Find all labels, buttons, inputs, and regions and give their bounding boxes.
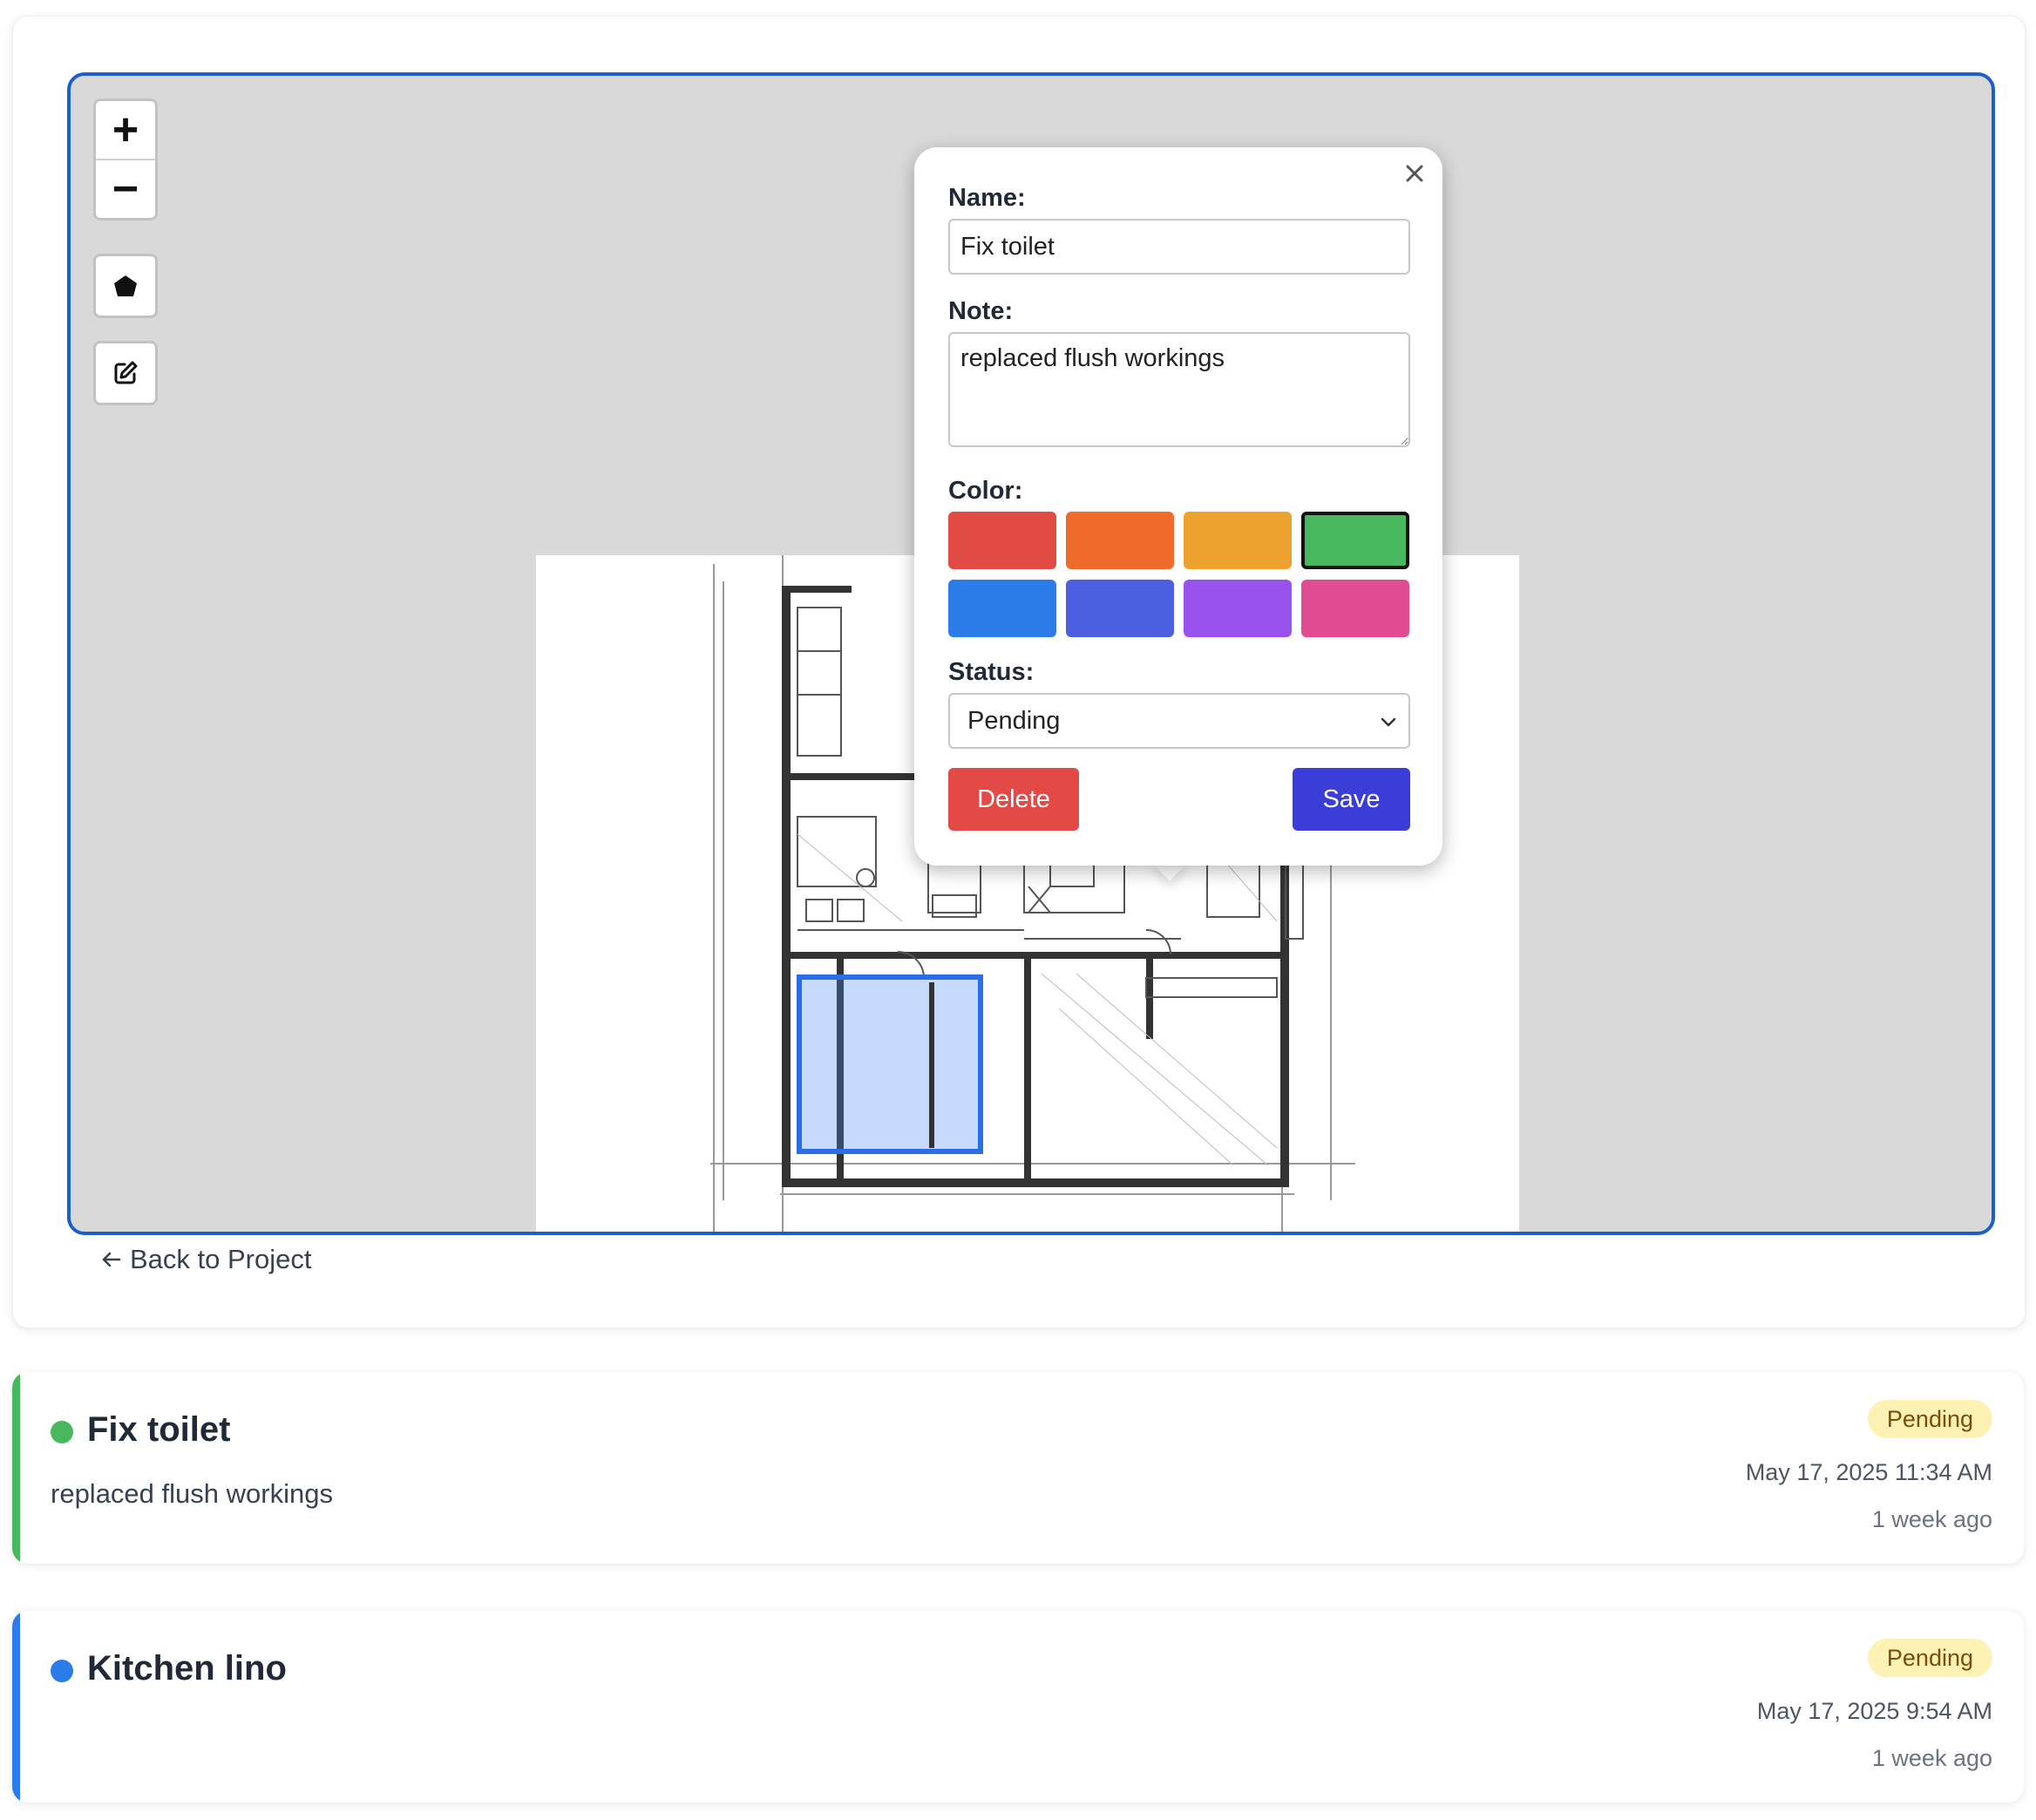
color-picker <box>948 512 1414 642</box>
issue-title: Kitchen lino <box>87 1649 287 1688</box>
draw-polygon-button[interactable] <box>93 254 158 318</box>
color-swatch-red[interactable] <box>948 512 1056 569</box>
status-select-value: Pending <box>967 706 1061 735</box>
save-button[interactable]: Save <box>1293 768 1410 831</box>
color-swatch-pink[interactable] <box>1301 580 1409 637</box>
color-swatch-blue[interactable] <box>948 580 1056 637</box>
back-link-label: Back to Project <box>130 1244 312 1274</box>
status-badge: Pending <box>1867 1400 1992 1438</box>
color-swatch-green[interactable] <box>1301 512 1409 569</box>
issue-card[interactable]: Fix toilet replaced flush workings Pendi… <box>12 1372 2024 1564</box>
issue-title: Fix toilet <box>87 1410 231 1449</box>
arrow-left-icon <box>102 1252 121 1267</box>
color-swatch-indigo[interactable] <box>1066 580 1174 637</box>
chevron-down-icon <box>1381 717 1396 727</box>
annotation-popup: Name: Note: replaced flush workings Colo… <box>914 147 1442 866</box>
polygon-icon <box>114 275 137 296</box>
issue-accent-bar <box>12 1611 20 1803</box>
issue-color-dot <box>51 1660 73 1682</box>
issue-date: May 17, 2025 11:34 AM <box>1745 1459 1992 1485</box>
issue-accent-bar <box>12 1372 20 1564</box>
color-swatch-orange[interactable] <box>1066 512 1174 569</box>
edit-layers-button[interactable] <box>93 341 158 405</box>
close-popup-button[interactable] <box>1401 160 1429 187</box>
issue-relative-time: 1 week ago <box>1871 1745 1992 1771</box>
edit-icon <box>114 361 138 384</box>
zoom-out-button[interactable]: − <box>96 159 155 218</box>
status-select[interactable]: Pending <box>948 693 1410 749</box>
name-label: Name: <box>948 184 1026 212</box>
status-label: Status: <box>948 658 1035 686</box>
issue-note: replaced flush workings <box>51 1478 333 1509</box>
color-swatch-amber[interactable] <box>1184 512 1292 569</box>
issue-date: May 17, 2025 9:54 AM <box>1756 1698 1992 1724</box>
issue-relative-time: 1 week ago <box>1871 1506 1992 1532</box>
note-textarea[interactable]: replaced flush workings <box>948 332 1410 447</box>
close-icon <box>1406 165 1423 182</box>
floorplan-map[interactable]: + − Name: Fix toilet Note: replaced flus… <box>67 72 1995 1235</box>
back-to-project-link[interactable]: Back to Project <box>100 1244 311 1275</box>
issue-color-dot <box>51 1421 73 1443</box>
delete-button[interactable]: Delete <box>948 768 1079 831</box>
status-badge: Pending <box>1867 1639 1992 1677</box>
color-swatch-purple[interactable] <box>1184 580 1292 637</box>
issue-card[interactable]: Kitchen lino Pending May 17, 2025 9:54 A… <box>12 1611 2024 1803</box>
note-label: Note: <box>948 297 1014 325</box>
color-label: Color: <box>948 477 1023 505</box>
name-input[interactable] <box>948 219 1410 275</box>
map-card: + − Name: Fix toilet Note: replaced flus… <box>12 16 2026 1328</box>
zoom-controls: + − <box>93 98 158 221</box>
zoom-in-button[interactable]: + <box>96 101 155 159</box>
